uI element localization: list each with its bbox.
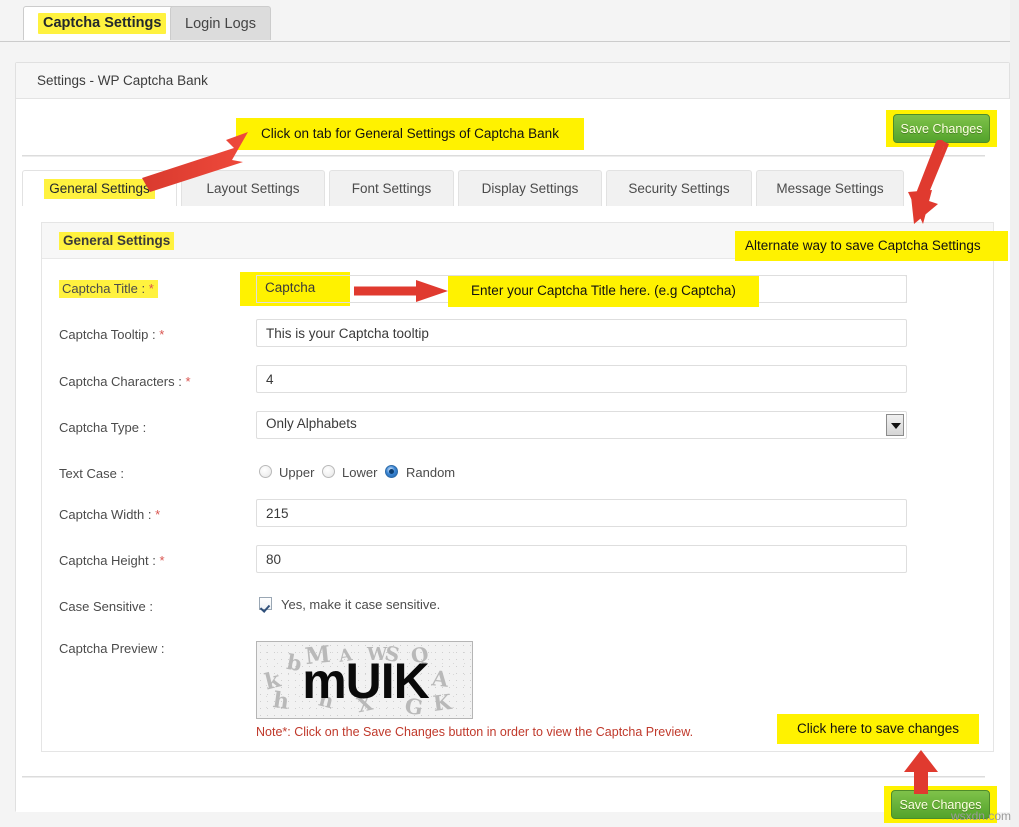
save-changes-button-top-label: Save Changes xyxy=(900,122,982,136)
input-captcha-characters[interactable] xyxy=(256,365,907,393)
label-case-sensitive: Case Sensitive : xyxy=(59,599,153,614)
label-captcha-preview: Captcha Preview : xyxy=(59,641,165,656)
label-captcha-tooltip: Captcha Tooltip : * xyxy=(59,327,164,342)
top-tabbar: Captcha Settings Login Logs xyxy=(0,0,1019,42)
right-gutter xyxy=(1010,0,1019,827)
label-captcha-type-text: Captcha Type : xyxy=(59,420,146,435)
label-captcha-title-text: Captcha Title : xyxy=(62,281,145,296)
input-captcha-tooltip[interactable] xyxy=(256,319,907,347)
tab-login-logs[interactable]: Login Logs xyxy=(170,6,271,40)
arrow-to-save-bottom xyxy=(900,748,942,796)
arrow-to-general-settings-tab xyxy=(110,130,255,200)
watermark: wsxdn.com xyxy=(951,809,1011,823)
screenshot-root: Captcha Settings Login Logs Settings - W… xyxy=(0,0,1019,827)
captcha-preview-image: k b M h A W S Q A X G K h mUIK xyxy=(256,641,473,719)
subtab-font-settings[interactable]: Font Settings xyxy=(329,170,454,206)
checkbox-case-sensitive[interactable] xyxy=(259,597,272,610)
label-captcha-preview-text: Captcha Preview : xyxy=(59,641,165,656)
input-captcha-height[interactable] xyxy=(256,545,907,573)
label-captcha-tooltip-text: Captcha Tooltip : xyxy=(59,327,156,342)
subtab-display-settings[interactable]: Display Settings xyxy=(458,170,602,206)
select-captcha-type-value: Only Alphabets xyxy=(266,416,357,431)
subtab-message-settings[interactable]: Message Settings xyxy=(756,170,904,206)
arrow-to-captcha-title xyxy=(352,279,452,303)
annotation-alternate-save-text: Alternate way to save Captcha Settings xyxy=(745,239,981,254)
tab-captcha-settings-label: Captcha Settings xyxy=(38,13,166,34)
annotation-alternate-save: Alternate way to save Captcha Settings xyxy=(735,231,1008,261)
input-captcha-width[interactable] xyxy=(256,499,907,527)
radio-text-case-lower[interactable] xyxy=(322,465,335,478)
subtab-message-settings-label: Message Settings xyxy=(776,181,883,196)
radio-text-case-random[interactable] xyxy=(385,465,398,478)
label-captcha-height-required: * xyxy=(159,553,164,568)
label-captcha-characters-required: * xyxy=(185,374,190,389)
label-captcha-characters-text: Captcha Characters : xyxy=(59,374,182,389)
captcha-preview-note: Note*: Click on the Save Changes button … xyxy=(256,725,693,739)
tab-captcha-settings[interactable]: Captcha Settings xyxy=(23,6,181,40)
label-captcha-type: Captcha Type : xyxy=(59,420,146,435)
select-captcha-type[interactable]: Only Alphabets xyxy=(256,411,907,439)
label-captcha-height-text: Captcha Height : xyxy=(59,553,156,568)
annotation-title-hint: Enter your Captcha Title here. (e.g Capt… xyxy=(448,276,759,307)
radio-text-case-random-label: Random xyxy=(406,465,455,480)
radio-text-case-upper[interactable] xyxy=(259,465,272,478)
subtab-security-settings[interactable]: Security Settings xyxy=(606,170,752,206)
captcha-preview-text: mUIK xyxy=(267,648,464,714)
label-captcha-tooltip-required: * xyxy=(159,327,164,342)
annotation-save-hint-text: Click here to save changes xyxy=(797,722,959,737)
subtab-security-settings-label: Security Settings xyxy=(628,181,729,196)
chevron-down-icon[interactable] xyxy=(886,414,904,436)
checkbox-case-sensitive-label: Yes, make it case sensitive. xyxy=(281,597,440,612)
subtab-display-settings-label: Display Settings xyxy=(482,181,579,196)
input-captcha-title-value: Captcha xyxy=(265,280,315,295)
annotation-title-hint-text: Enter your Captcha Title here. (e.g Capt… xyxy=(471,284,736,299)
label-text-case: Text Case : xyxy=(59,466,124,481)
label-captcha-width: Captcha Width : * xyxy=(59,507,160,522)
tabstrip-baseline xyxy=(0,41,1019,42)
label-captcha-height: Captcha Height : * xyxy=(59,553,165,568)
annotation-tab-hint: Click on tab for General Settings of Cap… xyxy=(236,118,584,150)
label-text-case-text: Text Case : xyxy=(59,466,124,481)
arrow-to-save-top-shaft xyxy=(905,140,953,228)
label-case-sensitive-text: Case Sensitive : xyxy=(59,599,153,614)
label-captcha-width-text: Captcha Width : xyxy=(59,507,152,522)
divider-bottom xyxy=(22,776,985,778)
tab-login-logs-label: Login Logs xyxy=(185,16,256,32)
annotation-save-hint: Click here to save changes xyxy=(777,714,979,744)
radio-text-case-upper-label: Upper xyxy=(279,465,314,480)
page-title: Settings - WP Captcha Bank xyxy=(37,73,208,88)
label-captcha-title-required: * xyxy=(149,281,154,296)
label-captcha-characters: Captcha Characters : * xyxy=(59,374,191,389)
subtab-font-settings-label: Font Settings xyxy=(352,181,432,196)
radio-text-case-lower-label: Lower xyxy=(342,465,377,480)
label-captcha-width-required: * xyxy=(155,507,160,522)
card-heading: General Settings xyxy=(59,232,174,250)
annotation-tab-hint-text: Click on tab for General Settings of Cap… xyxy=(261,127,559,142)
label-captcha-title: Captcha Title : * xyxy=(59,281,158,296)
panel-header: Settings - WP Captcha Bank xyxy=(16,63,1009,99)
